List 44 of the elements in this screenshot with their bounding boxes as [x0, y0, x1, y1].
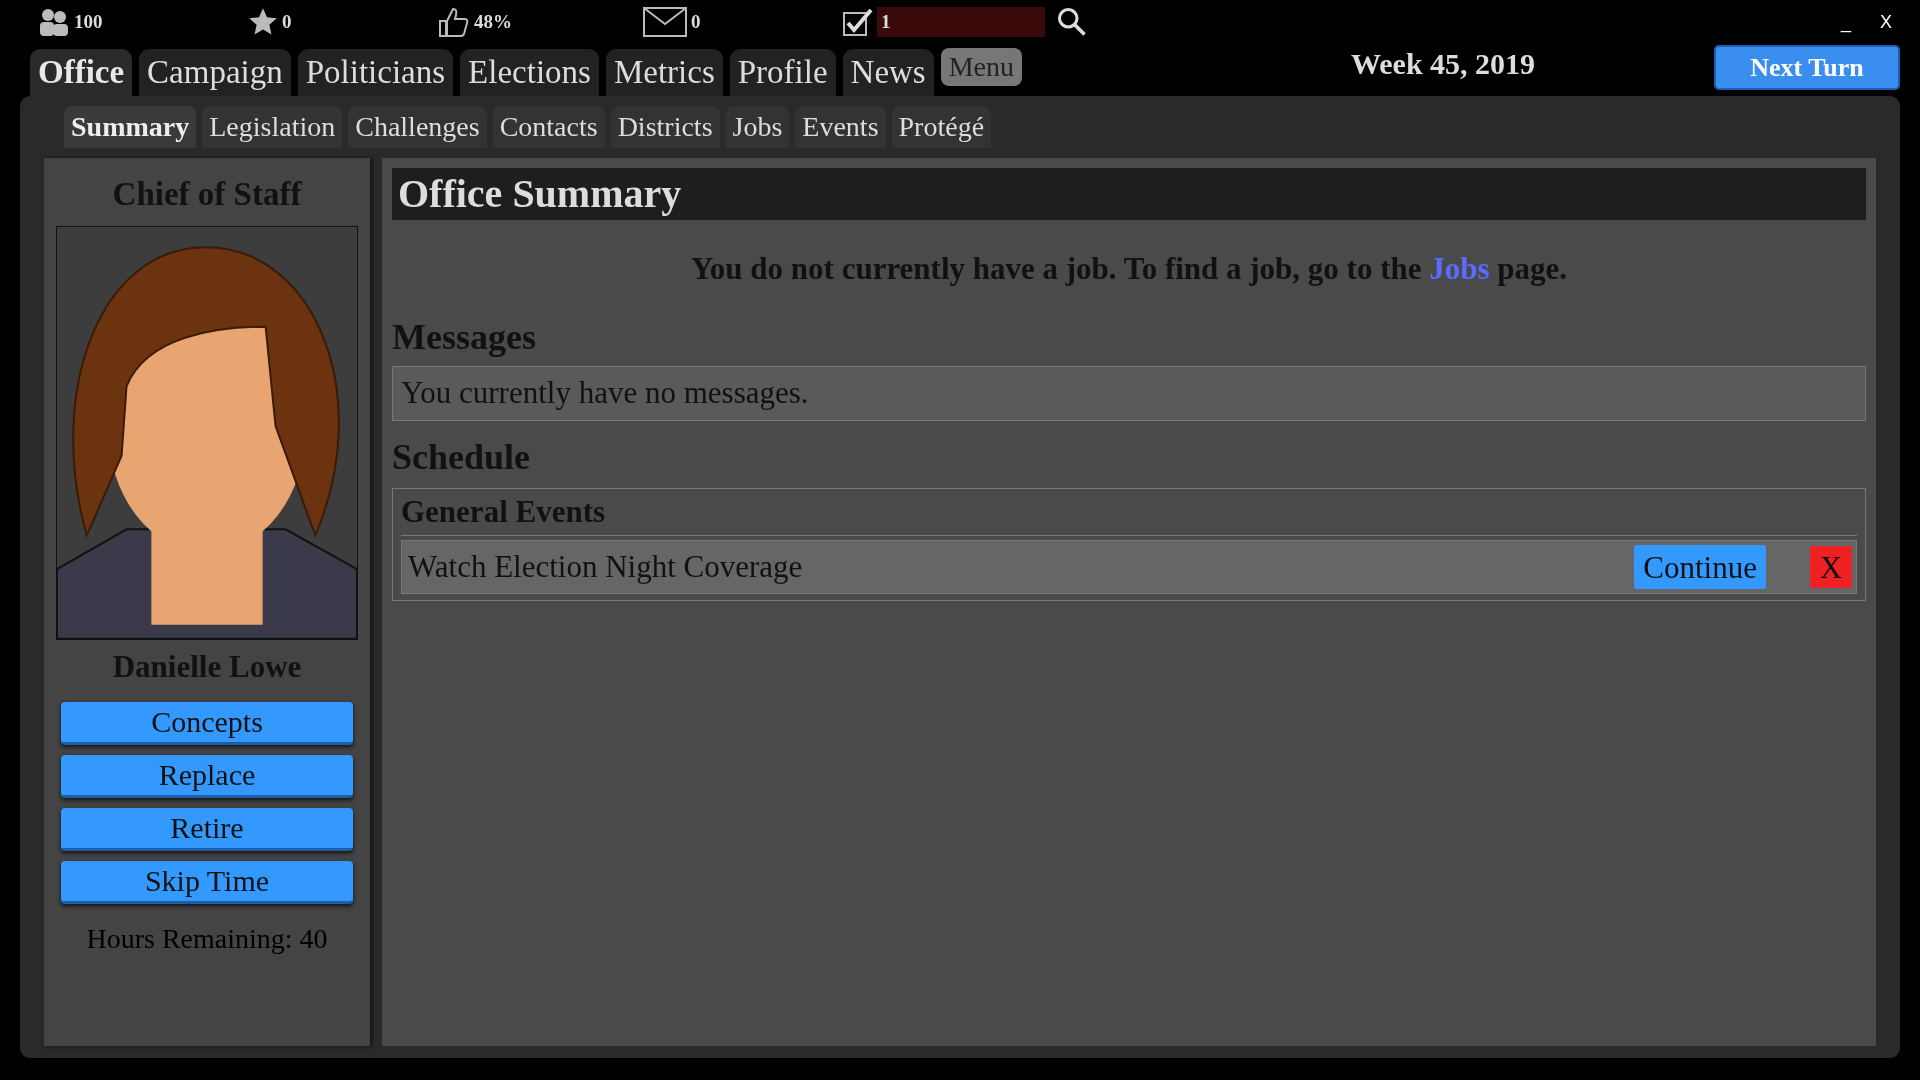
section-heading: Messages: [392, 315, 537, 359]
sidebar-button[interactable]: Skip Time: [61, 861, 353, 904]
search-icon[interactable]: [1057, 7, 1087, 37]
sub-tab[interactable]: Challenges: [348, 106, 487, 148]
group-title: General Events: [401, 493, 606, 529]
main-tab[interactable]: Office: [30, 49, 133, 96]
people-icon: [38, 8, 70, 36]
stat-value: 48%: [474, 9, 512, 34]
menu-button[interactable]: Menu: [940, 48, 1023, 86]
sub-tab[interactable]: Events: [795, 106, 886, 148]
sub-tab[interactable]: Contacts: [492, 106, 605, 148]
stat-value: 0: [282, 9, 292, 34]
main-tab[interactable]: News: [842, 49, 934, 96]
sidebar-button[interactable]: Replace: [61, 755, 353, 798]
sub-tab[interactable]: Jobs: [725, 106, 790, 148]
job-message: You do not currently have a job. To find a job, go to the Jobs page.: [689, 250, 1569, 288]
week-date: Week 45, 2019: [1349, 46, 1536, 82]
sub-tab[interactable]: Legislation: [202, 106, 343, 148]
sub-tab[interactable]: Summary: [64, 106, 197, 148]
sub-tab[interactable]: Protégé: [891, 106, 992, 148]
minimize-button[interactable]: _: [1826, 8, 1866, 36]
main-tab[interactable]: Elections: [460, 49, 599, 96]
sub-tab[interactable]: Districts: [610, 106, 720, 148]
main-tab[interactable]: Campaign: [139, 49, 291, 96]
main-tab[interactable]: Metrics: [605, 49, 723, 96]
envelope-icon: [643, 7, 687, 37]
close-button[interactable]: X: [1866, 8, 1906, 36]
sidebar-button[interactable]: Concepts: [61, 702, 353, 745]
checkbox-icon: [843, 8, 873, 36]
event-name: Watch Election Night Coverage: [408, 547, 804, 586]
continue-button[interactable]: Continue: [1634, 545, 1766, 589]
dismiss-button[interactable]: X: [1810, 546, 1852, 588]
main-tab[interactable]: Politicians: [297, 49, 454, 96]
stat-value: 0: [691, 9, 701, 34]
page-title: Office Summary: [398, 174, 682, 214]
thumbs-up-icon: [438, 7, 470, 37]
messages-text: You currently have no messages.: [401, 373, 809, 412]
stat-value: 100: [74, 9, 103, 34]
star-icon: [248, 7, 278, 37]
main-tab[interactable]: Profile: [729, 49, 836, 96]
sidebar-button[interactable]: Retire: [61, 808, 353, 851]
hours-remaining: Hours Remaining: 40: [86, 922, 328, 956]
stat-value: 1: [881, 9, 891, 34]
section-heading: Schedule: [392, 435, 532, 479]
